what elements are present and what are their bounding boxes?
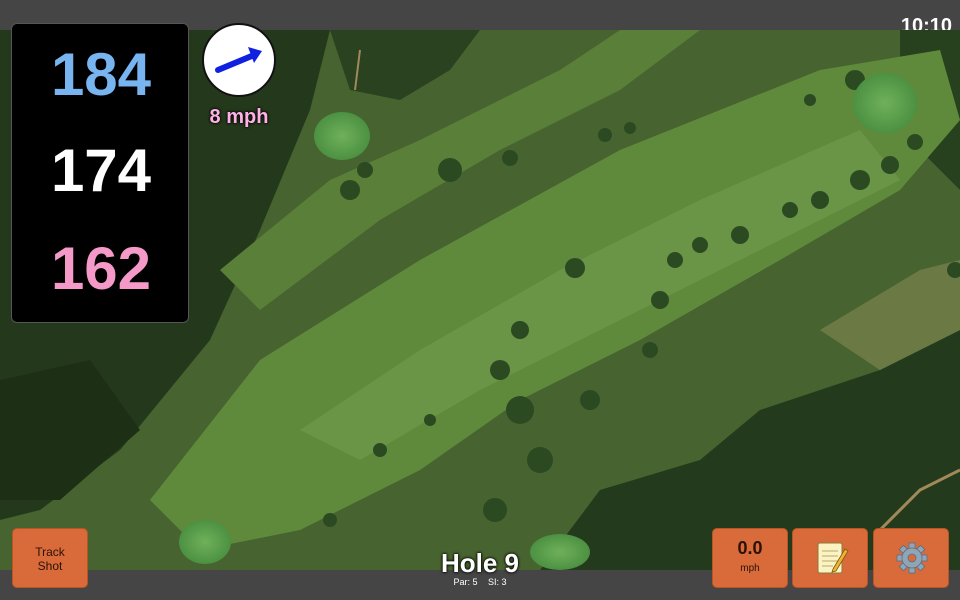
speed-button[interactable]: 0.0 mph [712,528,788,588]
center-distance: 174 [50,137,152,204]
hole-par: Par: 5 [453,577,478,587]
track-shot-button[interactable]: Track Shot [12,528,88,588]
back-distance: 184 [50,41,152,108]
track-shot-label-line1: Track [35,545,65,559]
front-distance: 162 [50,235,152,302]
wind-indicator [202,23,276,97]
hole-title: Hole 9 [440,548,520,578]
distance-panel: 184 174 162 [11,23,189,323]
wind-speed-label: 8 mph [209,106,269,128]
notepad-icon [817,542,849,574]
gear-icon [896,542,928,574]
settings-button[interactable] [873,528,949,588]
hole-info: Par: 5 SI: 3 [380,577,580,587]
track-shot-label-line2: Shot [37,559,63,573]
speed-value: 0.0 [737,538,763,558]
speed-unit: mph [740,563,760,574]
wind-direction-arrow-icon [215,47,262,73]
hole-stroke-index: SI: 3 [488,577,507,587]
notes-button[interactable] [792,528,868,588]
